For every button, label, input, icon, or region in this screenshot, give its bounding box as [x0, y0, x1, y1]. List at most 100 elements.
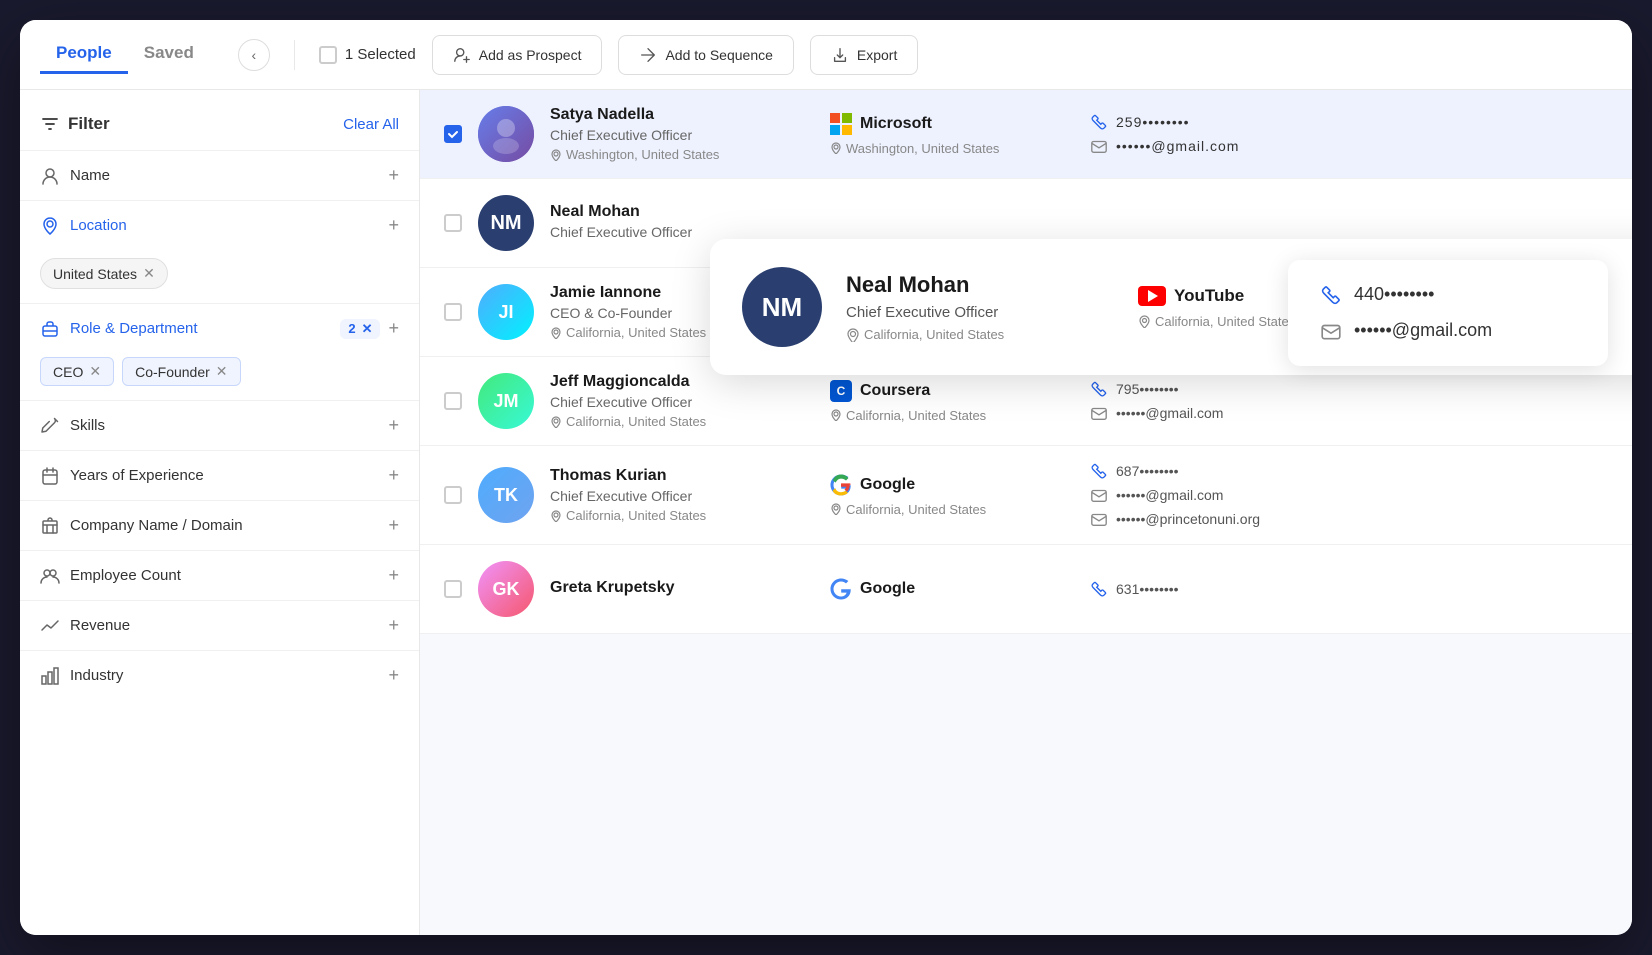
content-area: Satya Nadella Chief Executive Officer Wa… [420, 90, 1632, 935]
role-tag-cofounder: Co-Founder ✕ [122, 357, 240, 386]
filter-item-company[interactable]: Company Name / Domain + [20, 500, 419, 550]
location-tag-us: United States ✕ [40, 258, 168, 289]
popup-email-icon [1320, 320, 1342, 342]
filter-item-industry[interactable]: Industry + [20, 650, 419, 700]
location-filter-expand[interactable]: + [388, 215, 399, 236]
filter-icon [40, 114, 60, 134]
jeff-co-loc-icon [830, 409, 842, 421]
google-logo [830, 474, 852, 496]
add-prospect-button[interactable]: Add as Prospect [432, 35, 603, 75]
greta-avatar: GK [478, 561, 534, 617]
filter-item-location[interactable]: Location + [20, 200, 419, 250]
jeff-company: C Coursera California, United States [790, 380, 1050, 423]
filter-item-skills[interactable]: Skills + [20, 400, 419, 450]
thomas-checkbox[interactable] [444, 486, 462, 504]
popup-phone-icon [1320, 284, 1342, 306]
location-pin-icon [550, 149, 562, 161]
add-prospect-icon [453, 46, 471, 64]
app-container: People Saved ‹ 1 Selected Add as Prospec… [20, 20, 1632, 935]
jeff-loc-icon [550, 416, 562, 428]
select-all-checkbox[interactable] [319, 46, 337, 64]
badge-x[interactable]: ✕ [362, 321, 373, 337]
location-icon [40, 216, 60, 236]
remove-location-us[interactable]: ✕ [143, 265, 155, 282]
calendar-icon [40, 466, 60, 486]
thomas-co-loc-icon [830, 503, 842, 515]
satya-contact: 259•••••••• ••••••@gmail.com [1050, 113, 1608, 155]
jeff-avatar: JM [478, 373, 534, 429]
neal-checkbox[interactable] [444, 214, 462, 232]
sidebar: Filter Clear All Name + [20, 90, 420, 935]
industry-filter-expand[interactable]: + [388, 665, 399, 686]
clear-all-button[interactable]: Clear All [343, 116, 399, 133]
filter-title: Filter [40, 114, 110, 134]
coursera-logo: C [830, 380, 852, 402]
tabs: People Saved [40, 35, 210, 74]
remove-role-ceo[interactable]: ✕ [89, 363, 101, 380]
filter-item-role[interactable]: Role & Department 2 ✕ + [20, 303, 419, 353]
revenue-filter-expand[interactable]: + [388, 615, 399, 636]
expanded-loc-icon [846, 328, 860, 342]
name-icon [40, 166, 60, 186]
divider [294, 40, 295, 70]
yt-company-loc-icon [1138, 315, 1151, 328]
expanded-neal-info: Neal Mohan Chief Executive Officer Calif… [846, 272, 1106, 342]
name-filter-expand[interactable]: + [388, 165, 399, 186]
skills-filter-expand[interactable]: + [388, 415, 399, 436]
greta-info: Greta Krupetsky [550, 579, 790, 600]
skills-icon [40, 416, 60, 436]
thomas-email1-icon [1090, 486, 1108, 504]
tab-people[interactable]: People [40, 35, 128, 74]
experience-filter-expand[interactable]: + [388, 465, 399, 486]
phone-icon-satya [1090, 113, 1108, 131]
google-logo-greta [830, 578, 852, 600]
export-icon [831, 46, 849, 64]
tab-saved[interactable]: Saved [128, 35, 210, 74]
location-tags: United States ✕ [20, 250, 419, 303]
export-button[interactable]: Export [810, 35, 918, 75]
jeff-checkbox[interactable] [444, 392, 462, 410]
jeff-email-icon [1090, 404, 1108, 422]
role-tag-ceo: CEO ✕ [40, 357, 114, 386]
role-tags: CEO ✕ Co-Founder ✕ [20, 353, 419, 400]
person-row-greta[interactable]: GK Greta Krupetsky Google [420, 545, 1632, 634]
neal-info: Neal Mohan Chief Executive Officer [550, 203, 790, 244]
thomas-phone-icon [1090, 462, 1108, 480]
employee-filter-expand[interactable]: + [388, 565, 399, 586]
person-row-satya[interactable]: Satya Nadella Chief Executive Officer Wa… [420, 90, 1632, 179]
top-bar: People Saved ‹ 1 Selected Add as Prospec… [20, 20, 1632, 90]
person-row-thomas[interactable]: TK Thomas Kurian Chief Executive Officer… [420, 446, 1632, 545]
filter-item-employee[interactable]: Employee Count + [20, 550, 419, 600]
remove-role-cofounder[interactable]: ✕ [216, 363, 228, 380]
thomas-email2-icon [1090, 510, 1108, 528]
greta-contact: 631•••••••• [1050, 580, 1608, 598]
microsoft-logo [830, 113, 852, 135]
greta-phone-icon [1090, 580, 1108, 598]
role-filter-badge: 2 ✕ [340, 319, 380, 339]
check-icon [447, 128, 459, 140]
collapse-sidebar-button[interactable]: ‹ [238, 39, 270, 71]
expanded-neal-avatar: NM [742, 267, 822, 347]
company-icon [40, 516, 60, 536]
role-filter-expand[interactable]: + [388, 318, 399, 339]
filter-item-revenue[interactable]: Revenue + [20, 600, 419, 650]
company-filter-expand[interactable]: + [388, 515, 399, 536]
jeff-info: Jeff Maggioncalda Chief Executive Office… [550, 373, 790, 429]
contact-popup: 440•••••••• ••••••@gmail.com [1288, 260, 1608, 366]
neal-avatar: NM [478, 195, 534, 251]
satya-info: Satya Nadella Chief Executive Officer Wa… [550, 106, 790, 162]
jeff-contact: 795•••••••• ••••••@gmail.com [1050, 380, 1608, 422]
revenue-icon [40, 616, 60, 636]
filter-header: Filter Clear All [20, 106, 419, 150]
jamie-checkbox[interactable] [444, 303, 462, 321]
filter-item-name[interactable]: Name + [20, 150, 419, 200]
satya-checkbox[interactable] [444, 125, 462, 143]
neal-expanded-section: NM Neal Mohan Chief Executive Officer NM… [420, 179, 1632, 268]
add-sequence-button[interactable]: Add to Sequence [618, 35, 793, 75]
jamie-avatar: JI [478, 284, 534, 340]
greta-checkbox[interactable] [444, 580, 462, 598]
selected-count: 1 Selected [319, 46, 416, 64]
filter-item-experience[interactable]: Years of Experience + [20, 450, 419, 500]
sequence-icon [639, 46, 657, 64]
main-layout: Filter Clear All Name + [20, 90, 1632, 935]
